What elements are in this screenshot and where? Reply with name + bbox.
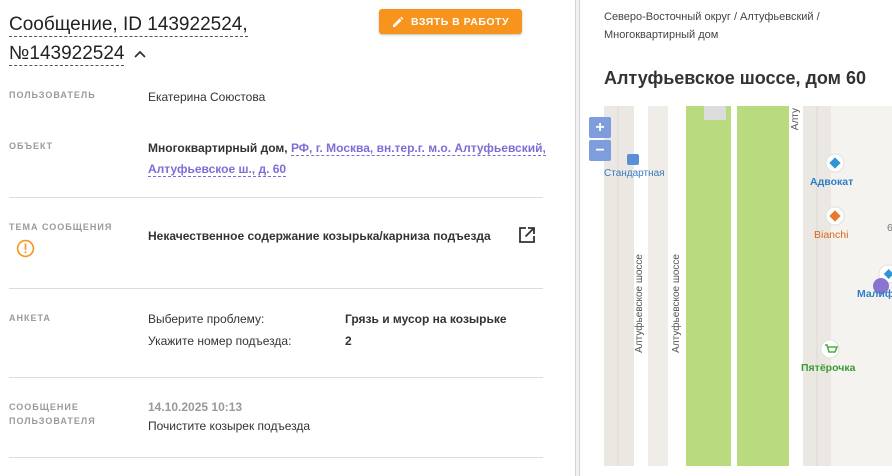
external-link-icon[interactable] [517,225,537,245]
zoom-out-button[interactable]: − [589,140,611,161]
map-panel: Северо-Восточный округ / Алтуфьевский / … [580,0,892,476]
map-label-edge: 6 [887,222,892,234]
alert-icon [16,239,35,258]
map-label-top-road: Алту [790,108,801,131]
topic-value: Некачественное содержание козырька/карни… [148,229,491,243]
survey-answer-1: Грязь и мусор на козырьке [345,312,507,326]
object-value: Многоквартирный дом, РФ, г. Москва, вн.т… [148,138,548,180]
map[interactable]: Стандартная Алту Алтуфьевское шоссе Алту… [604,106,892,466]
map-label-standard: Стандартная [604,168,665,179]
user-label: ПОЛЬЗОВАТЕЛЬ [9,90,96,100]
map-zoom-controls: + − [589,117,611,161]
survey-question-2: Укажите номер подъезда: [148,334,292,348]
pencil-icon [392,16,404,27]
map-poi-advokat[interactable]: Адвокат [810,176,853,188]
map-canvas[interactable] [604,106,892,466]
user-message-text: Почистите козырек подъезда [148,419,311,433]
map-road-label-2: Алтуфьевское шоссе [671,254,682,353]
breadcrumb-line-2[interactable]: Многоквартирный дом [604,26,884,44]
chevron-up-icon[interactable] [132,46,148,62]
message-title-line2[interactable]: №143922524 [9,43,125,66]
breadcrumb: Северо-Восточный округ / Алтуфьевский / … [604,8,884,44]
map-road-label-1: Алтуфьевское шоссе [634,254,645,353]
map-poi-malif[interactable]: Малиф [857,288,892,300]
take-to-work-button[interactable]: ВЗЯТЬ В РАБОТУ [379,9,522,34]
map-poi-bianchi[interactable]: Bianchi [814,229,848,241]
object-type: Многоквартирный дом, [148,141,288,155]
object-label: ОБЪЕКТ [9,141,54,151]
message-panel: Сообщение, ID 143922524, №143922524 ВЗЯТ… [0,0,575,476]
user-value: Екатерина Союстова [148,90,266,104]
zoom-in-button[interactable]: + [589,117,611,138]
survey-answer-2: 2 [345,334,352,348]
divider [9,457,543,458]
breadcrumb-line-1[interactable]: Северо-Восточный округ / Алтуфьевский / [604,8,884,26]
user-message-date: 14.10.2025 10:13 [148,400,243,414]
take-to-work-label: ВЗЯТЬ В РАБОТУ [410,15,509,28]
divider [9,377,543,378]
divider [9,288,543,289]
address-title: Алтуфьевское шоссе, дом 60 [604,68,867,88]
divider [9,197,543,198]
topic-label: ТЕМА СООБЩЕНИЯ [9,222,113,232]
map-poi-pyaterochka[interactable]: Пятёрочка [801,362,855,374]
survey-question-1: Выберите проблему: [148,312,265,326]
user-message-label-2: ПОЛЬЗОВАТЕЛЯ [9,416,96,426]
survey-label: АНКЕТА [9,313,51,323]
message-title-line1[interactable]: Сообщение, ID 143922524, [9,14,248,37]
message-title[interactable]: Сообщение, ID 143922524, №143922524 [9,10,309,68]
